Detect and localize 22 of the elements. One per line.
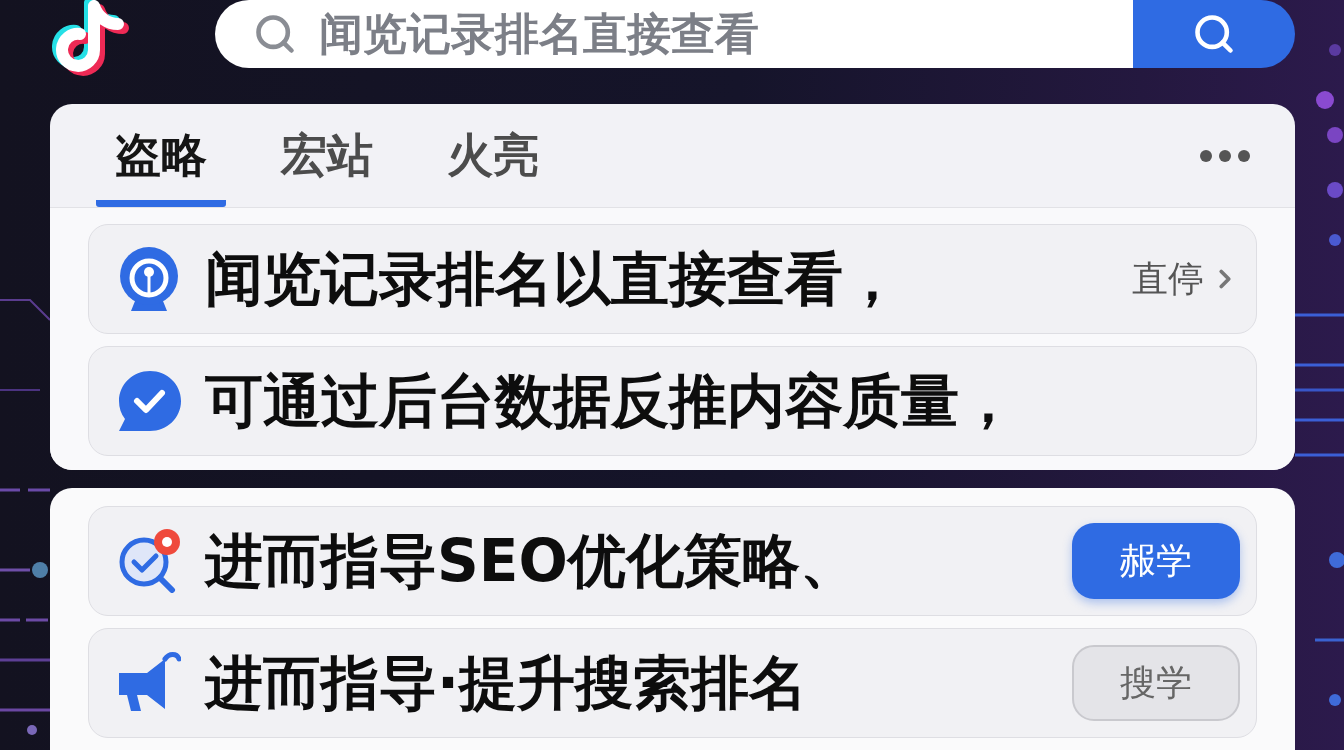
list-row[interactable]: 进而指导SEO优化策略、 赧学 — [88, 506, 1257, 616]
list-row[interactable]: 闻览记录排名以直接查看， 直停 — [88, 224, 1257, 334]
search-icon — [1192, 12, 1236, 56]
row-text: 闻览记录排名以直接查看， — [205, 250, 901, 308]
row-text: 进而指导·提升搜索排名 — [205, 654, 808, 712]
search-button[interactable] — [1133, 0, 1295, 68]
row-text: 可通过后台数据反推内容质量， — [205, 372, 1017, 430]
chat-check-icon — [117, 369, 181, 433]
search-input[interactable]: 闻览记录排名直接查看 — [319, 6, 1133, 62]
detail-link[interactable]: 直停 — [1132, 252, 1240, 306]
search-check-icon — [117, 529, 181, 593]
row-text: 进而指导SEO优化策略、 — [205, 532, 858, 590]
webcam-icon — [117, 247, 181, 311]
more-icon[interactable] — [1200, 149, 1250, 162]
action-button[interactable]: 搜学 — [1072, 645, 1240, 721]
tab[interactable]: 火亮 — [428, 104, 558, 207]
list-row[interactable]: 可通过后台数据反推内容质量， — [88, 346, 1257, 456]
tab[interactable]: 宏站 — [262, 104, 392, 207]
search-field[interactable]: 闻览记录排名直接查看 — [215, 0, 1133, 68]
search-icon — [253, 12, 297, 56]
action-button[interactable]: 赧学 — [1072, 523, 1240, 599]
list-row[interactable]: 进而指导·提升搜索排名 搜学 — [88, 628, 1257, 738]
